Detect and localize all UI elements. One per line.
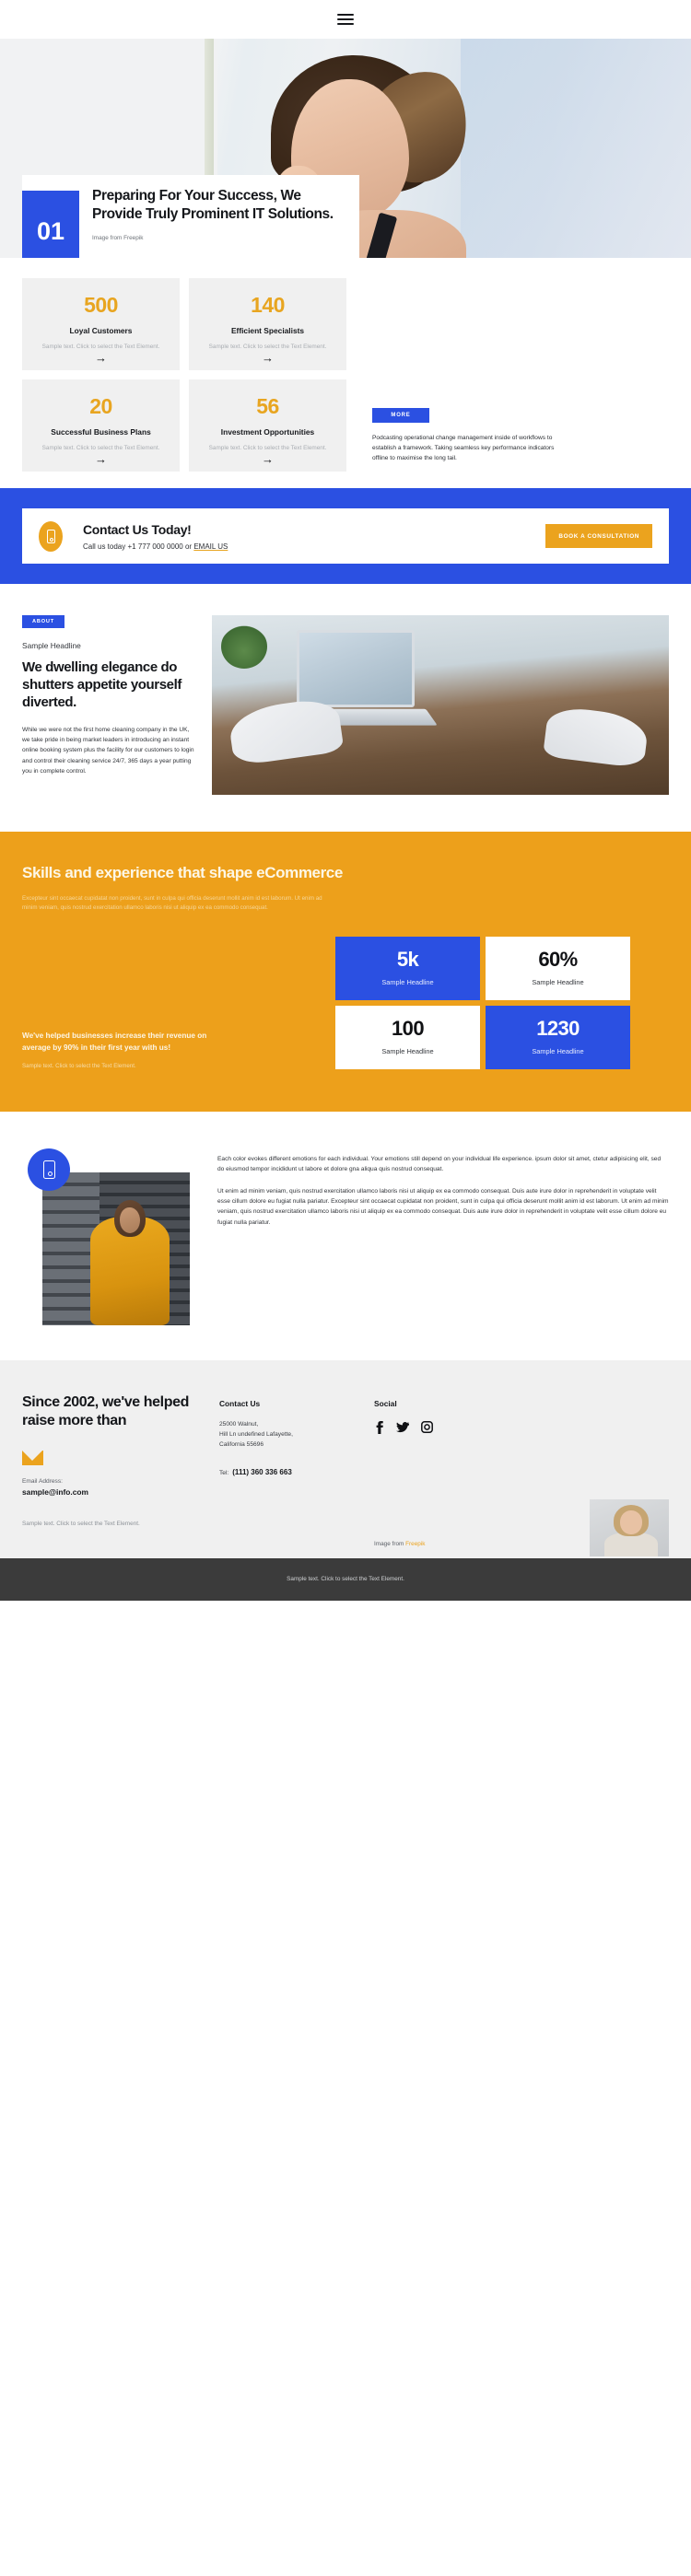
- mobile-phone-icon: [39, 520, 63, 552]
- feature-paragraph-1: Each color evokes different emotions for…: [217, 1155, 662, 1173]
- skills-paragraph: Excepteur sint occaecat cupidatat non pr…: [22, 894, 322, 911]
- feature-image: [42, 1171, 190, 1325]
- hero-step-number: 01: [22, 191, 79, 258]
- contact-us-title: Contact Us: [219, 1398, 261, 1408]
- cta-title: Contact Us Today!: [83, 521, 192, 537]
- tile-label: Sample Headline: [532, 1047, 584, 1056]
- footer-social-column: Social Image from Freepik: [374, 1393, 669, 1556]
- arrow-right-icon[interactable]: →: [262, 453, 274, 465]
- stat-card[interactable]: 140 Efficient Specialists Sample text. C…: [189, 278, 346, 370]
- stat-number: 500: [84, 293, 118, 317]
- feature-text-column: Each color evokes different emotions for…: [217, 1148, 669, 1325]
- skills-claim-column: We've helped businesses increase their r…: [22, 1031, 335, 1068]
- about-pill-badge[interactable]: ABOUT: [22, 615, 64, 628]
- footer-left-column: Since 2002, we've helped raise more than…: [22, 1393, 203, 1527]
- hamburger-menu-icon[interactable]: [337, 13, 354, 25]
- stat-number: 56: [256, 394, 279, 418]
- tile-number: 5k: [396, 948, 419, 972]
- footer-heading: Since 2002, we've helped raise more than: [22, 1393, 189, 1428]
- stats-side-paragraph: Podcasting operational change management…: [372, 435, 555, 462]
- skill-tile[interactable]: 100 Sample Headline: [335, 1005, 480, 1069]
- about-section: ABOUT Sample Headline We dwelling elegan…: [0, 584, 691, 832]
- stat-number: 20: [89, 394, 112, 418]
- about-text-column: ABOUT Sample Headline We dwelling elegan…: [22, 615, 195, 795]
- tile-number: 1230: [536, 1017, 580, 1041]
- arrow-right-icon[interactable]: →: [262, 352, 274, 364]
- skills-claim: We've helped businesses increase their r…: [22, 1032, 207, 1052]
- tile-number: 60%: [538, 948, 578, 972]
- feature-section: Each color evokes different emotions for…: [0, 1112, 691, 1360]
- contact-cta-band: Contact Us Today! Call us today +1 777 0…: [0, 488, 691, 584]
- email-address-label: Email Address:: [22, 1477, 63, 1485]
- facebook-icon[interactable]: [374, 1420, 384, 1434]
- footer-section: Since 2002, we've helped raise more than…: [0, 1359, 691, 1558]
- stat-label: Loyal Customers: [69, 326, 133, 335]
- skills-tiles-grid: 5k Sample Headline 60% Sample Headline 1…: [335, 936, 630, 1069]
- tile-label: Sample Headline: [381, 1047, 434, 1056]
- cta-phone-text: Call us today +1 777 000 0000 or: [83, 542, 194, 551]
- stats-section: 500 Loyal Customers Sample text. Click t…: [0, 258, 691, 488]
- contact-cta-card: Contact Us Today! Call us today +1 777 0…: [22, 508, 669, 564]
- arrow-right-icon[interactable]: →: [95, 352, 107, 364]
- about-eyebrow: Sample Headline: [22, 641, 81, 650]
- freepik-link[interactable]: Freepik: [405, 1541, 425, 1547]
- bottom-bar: Sample text. Click to select the Text El…: [0, 1557, 691, 1601]
- stats-grid: 500 Loyal Customers Sample text. Click t…: [22, 278, 346, 472]
- stat-label: Successful Business Plans: [51, 427, 151, 437]
- stat-label: Efficient Specialists: [230, 326, 305, 335]
- more-button[interactable]: MORE: [372, 408, 429, 424]
- envelope-icon: [22, 1450, 43, 1465]
- feature-image-column: [22, 1148, 197, 1325]
- landing-page: Preparing For Your Success, We Provide T…: [0, 0, 691, 1601]
- stat-card[interactable]: 20 Successful Business Plans Sample text…: [22, 379, 180, 472]
- skill-tile[interactable]: 5k Sample Headline: [335, 936, 480, 1000]
- arrow-right-icon[interactable]: →: [95, 453, 107, 465]
- about-paragraph: While we were not the first home cleanin…: [22, 726, 194, 775]
- email-us-link[interactable]: EMAIL US: [193, 542, 228, 551]
- footer-image: [590, 1498, 669, 1556]
- tel-label: Tel:: [219, 1469, 229, 1476]
- feature-paragraph-2: Ut enim ad minim veniam, quis nostrud ex…: [217, 1187, 669, 1226]
- contact-telephone: Tel: (111) 360 336 663: [219, 1468, 357, 1476]
- stats-side-panel: MORE Podcasting operational change manag…: [346, 278, 669, 472]
- navbar: [0, 0, 691, 39]
- skill-tile[interactable]: 60% Sample Headline: [486, 936, 630, 1000]
- social-title: Social: [374, 1398, 397, 1408]
- tile-number: 100: [392, 1017, 425, 1041]
- footer-note: Sample text. Click to select the Text El…: [22, 1520, 140, 1527]
- tel-value[interactable]: (111) 360 336 663: [232, 1468, 292, 1476]
- stat-card[interactable]: 56 Investment Opportunities Sample text.…: [189, 379, 346, 472]
- skills-heading: Skills and experience that shape eCommer…: [22, 864, 343, 881]
- hero-section: Preparing For Your Success, We Provide T…: [0, 39, 691, 258]
- skill-tile[interactable]: 1230 Sample Headline: [486, 1005, 630, 1069]
- skills-note: Sample text. Click to select the Text El…: [22, 1062, 136, 1069]
- book-consultation-button[interactable]: BOOK A CONSULTATION: [545, 524, 652, 548]
- footer-contact-column: Contact Us 25000 Walnut, Hill Ln undefin…: [219, 1393, 357, 1527]
- social-links: [374, 1420, 669, 1434]
- footer-image-credit: Image from Freepik: [374, 1541, 425, 1547]
- hero-image-credit: Image from Freepik: [92, 234, 144, 241]
- stat-label: Investment Opportunities: [220, 427, 315, 437]
- twitter-icon[interactable]: [396, 1421, 409, 1433]
- tile-label: Sample Headline: [381, 978, 434, 987]
- mobile-phone-icon: [28, 1148, 70, 1191]
- cta-subtitle: Call us today +1 777 000 0000 or EMAIL U…: [83, 542, 228, 551]
- stat-number: 140: [251, 293, 285, 317]
- page-title: Preparing For Your Success, We Provide T…: [92, 188, 334, 222]
- email-address-value[interactable]: sample@info.com: [22, 1487, 203, 1497]
- contact-address: 25000 Walnut, Hill Ln undefined Lafayett…: [219, 1420, 293, 1448]
- about-heading: We dwelling elegance do shutters appetit…: [22, 659, 182, 710]
- about-image: [212, 615, 669, 795]
- stat-card[interactable]: 500 Loyal Customers Sample text. Click t…: [22, 278, 180, 370]
- credit-prefix: Image from: [374, 1540, 406, 1547]
- tile-label: Sample Headline: [532, 978, 584, 987]
- instagram-icon[interactable]: [421, 1421, 433, 1434]
- bottom-bar-text: Sample text. Click to select the Text El…: [287, 1576, 404, 1583]
- skills-section: Skills and experience that shape eCommer…: [0, 832, 691, 1112]
